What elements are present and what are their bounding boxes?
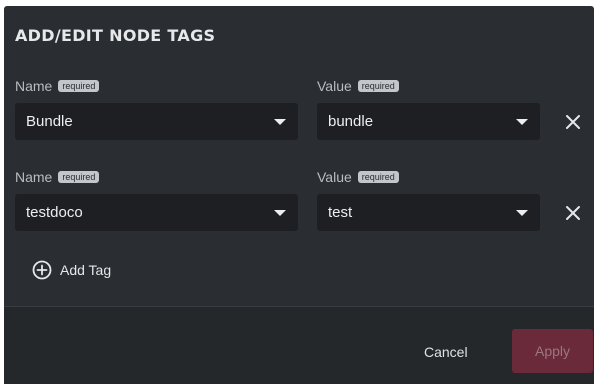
caret-down-icon bbox=[516, 119, 528, 125]
value-label-text: Value bbox=[317, 78, 352, 94]
name-label-text: Name bbox=[15, 169, 53, 185]
apply-button[interactable]: Apply bbox=[512, 329, 593, 373]
tag-2-value-label: Value required bbox=[317, 169, 399, 185]
tag-2-value-value: test bbox=[328, 204, 353, 221]
tag-1-name-value: Bundle bbox=[26, 113, 73, 130]
add-edit-node-tags-dialog: ADD/EDIT NODE TAGS Name required Value r… bbox=[4, 6, 594, 384]
close-icon bbox=[566, 206, 580, 220]
tag-1-value-value: bundle bbox=[328, 113, 374, 130]
tag-2-name-select[interactable]: testdoco bbox=[15, 194, 298, 231]
caret-down-icon bbox=[274, 119, 286, 125]
required-badge: required bbox=[58, 80, 100, 92]
cancel-button[interactable]: Cancel bbox=[424, 344, 468, 360]
required-badge: required bbox=[58, 171, 100, 183]
tag-1-name-label: Name required bbox=[15, 78, 100, 94]
value-label-text: Value bbox=[317, 169, 352, 185]
add-tag-button[interactable]: Add Tag bbox=[32, 260, 111, 280]
tag-2-value-select[interactable]: test bbox=[317, 194, 540, 231]
tag-2-remove-button[interactable] bbox=[563, 203, 583, 223]
tag-1-value-select[interactable]: bundle bbox=[317, 103, 540, 140]
apply-button-label: Apply bbox=[534, 343, 571, 359]
name-label-text: Name bbox=[15, 78, 53, 94]
tag-1-value-label: Value required bbox=[317, 78, 399, 94]
dialog-footer: Cancel Apply bbox=[4, 307, 594, 384]
tag-1-remove-button[interactable] bbox=[563, 112, 583, 132]
tag-1-name-select[interactable]: Bundle bbox=[15, 103, 298, 140]
tag-2-name-label: Name required bbox=[15, 169, 100, 185]
required-badge: required bbox=[357, 171, 399, 183]
required-badge: required bbox=[357, 80, 399, 92]
caret-down-icon bbox=[516, 210, 528, 216]
dialog-title: ADD/EDIT NODE TAGS bbox=[15, 26, 216, 45]
add-tag-label: Add Tag bbox=[60, 262, 112, 278]
close-icon bbox=[566, 115, 580, 129]
tag-2-name-value: testdoco bbox=[26, 204, 83, 221]
plus-circle-icon bbox=[32, 260, 52, 280]
caret-down-icon bbox=[274, 210, 286, 216]
